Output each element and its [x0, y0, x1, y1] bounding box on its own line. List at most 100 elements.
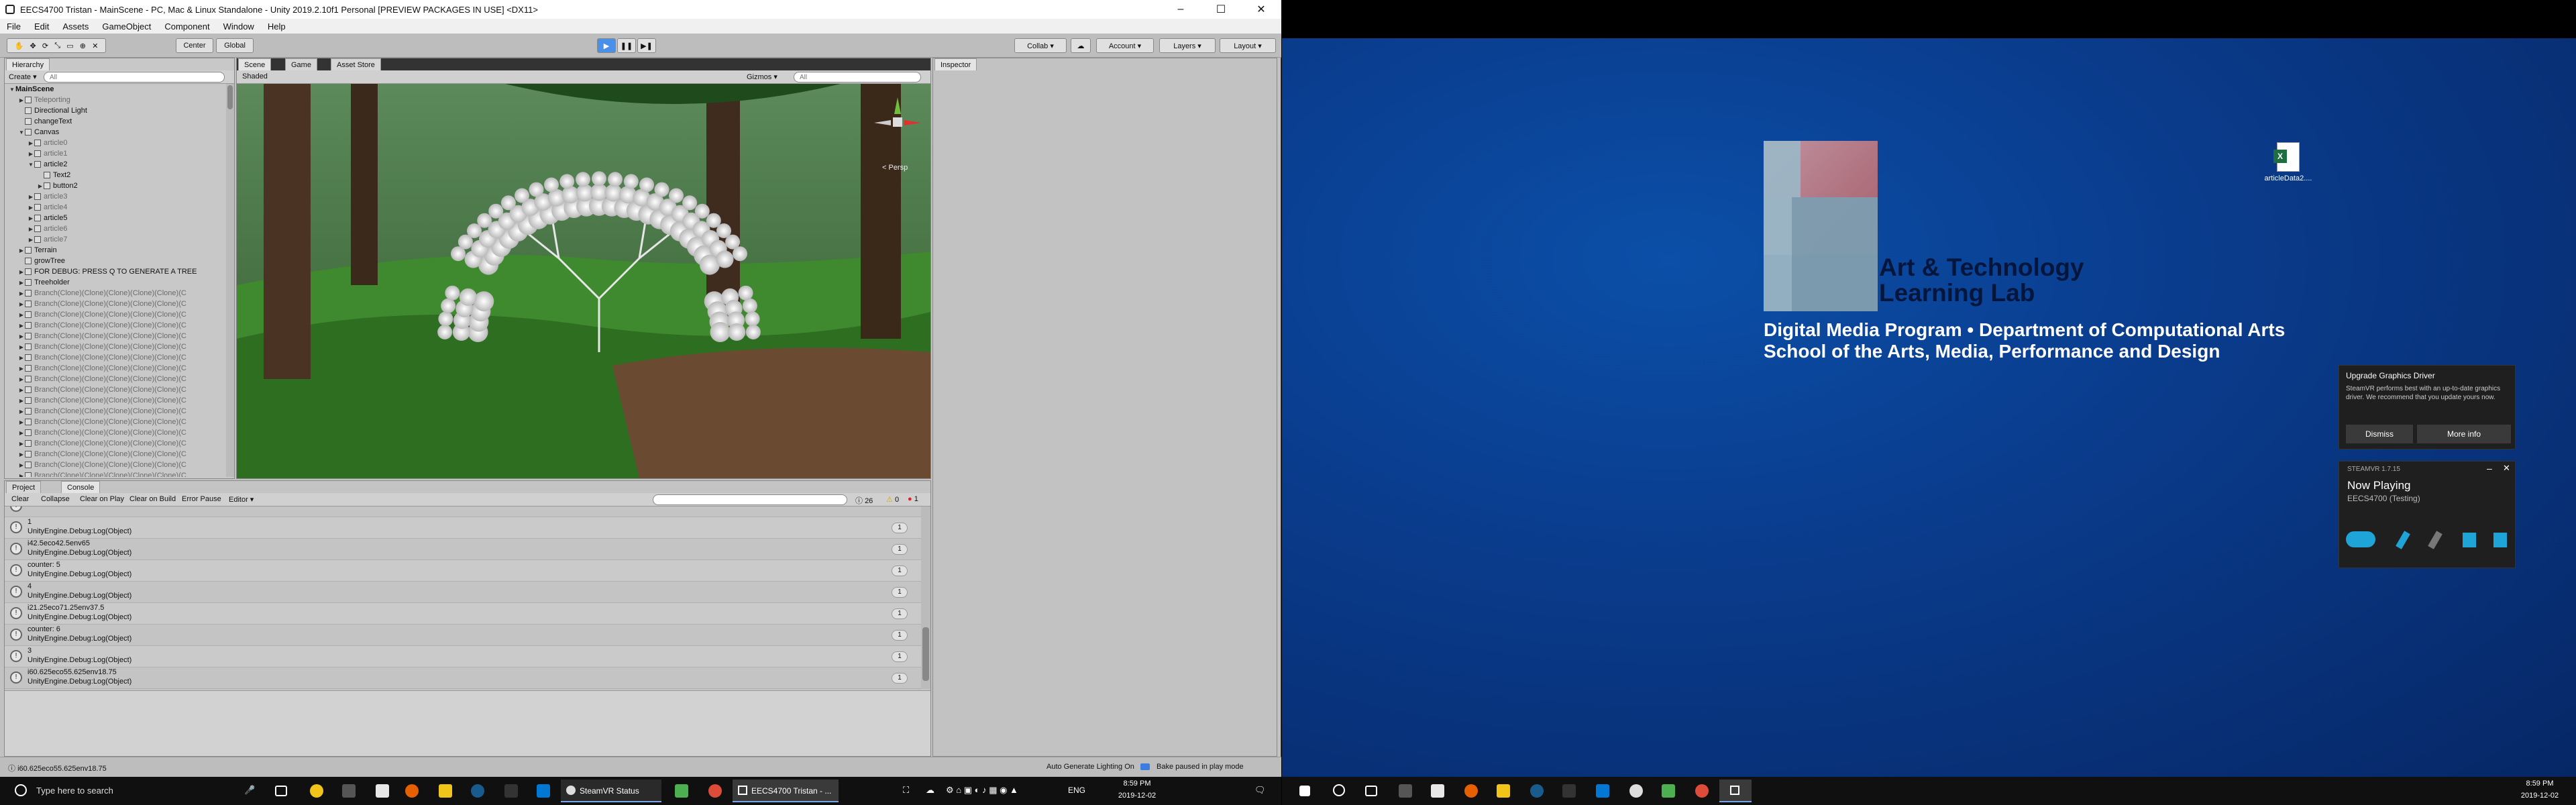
hierarchy-item[interactable]: ▶ Branch(Clone)(Clone)(Clone)(Clone)(Clon…: [5, 374, 186, 384]
hand-tool-icon[interactable]: ✋: [15, 42, 24, 50]
hierarchy-item[interactable]: Text2: [5, 170, 70, 180]
menu-gameobject[interactable]: GameObject: [95, 21, 158, 32]
hierarchy-item[interactable]: ▶ Branch(Clone)(Clone)(Clone)(Clone)(Clon…: [5, 449, 186, 460]
hierarchy-item[interactable]: ▶ Teleporting: [5, 95, 70, 105]
duck-icon[interactable]: [439, 784, 452, 798]
expand-arrow-icon[interactable]: ▶: [28, 151, 34, 157]
base-station-1-icon[interactable]: [2463, 533, 2476, 547]
tab-console[interactable]: Console: [61, 481, 101, 493]
expand-arrow-icon[interactable]: ▶: [28, 205, 34, 211]
tab-inspector[interactable]: Inspector: [934, 58, 977, 70]
expand-arrow-icon[interactable]: ▶: [18, 269, 25, 275]
expand-arrow-icon[interactable]: ▶: [18, 387, 25, 393]
hierarchy-item[interactable]: ▶ Branch(Clone)(Clone)(Clone)(Clone)(Clon…: [5, 470, 186, 477]
minimize-button[interactable]: –: [1161, 0, 1201, 19]
console-log-row[interactable]: ! counter: 5 UnityEngine.Debug:Log(Object)…: [5, 560, 921, 582]
expand-arrow-icon[interactable]: ▼: [18, 129, 25, 136]
expand-arrow-icon[interactable]: ▶: [18, 344, 25, 350]
steamvr-icon[interactable]: [1629, 784, 1643, 798]
steamvr-status-task[interactable]: SteamVR Status: [561, 780, 661, 802]
vscode-icon[interactable]: [1596, 784, 1609, 798]
app-icon[interactable]: [1399, 784, 1412, 798]
chrome-icon[interactable]: [1695, 784, 1709, 798]
steam-icon[interactable]: [1530, 784, 1544, 798]
step-button[interactable]: ▶❚: [637, 38, 656, 53]
unity-hub-icon[interactable]: [504, 784, 518, 798]
hierarchy-item[interactable]: ▶ Branch(Clone)(Clone)(Clone)(Clone)(Clon…: [5, 288, 186, 299]
expand-arrow-icon[interactable]: ▶: [18, 290, 25, 297]
menu-window[interactable]: Window: [217, 21, 261, 32]
clock-date[interactable]: 2019-12-02: [1114, 792, 1161, 800]
duck-icon[interactable]: [1497, 784, 1510, 798]
hierarchy-item[interactable]: ▶ Branch(Clone)(Clone)(Clone)(Clone)(Clon…: [5, 438, 186, 449]
expand-arrow-icon[interactable]: ▶: [18, 323, 25, 329]
app-icon[interactable]: [342, 784, 356, 798]
console-log-row[interactable]: !UnityEngine.Debug:Log(Object): [5, 506, 921, 517]
notepad-icon[interactable]: [1662, 784, 1675, 798]
expand-arrow-icon[interactable]: ▶: [18, 398, 25, 404]
hierarchy-item[interactable]: ▶ Branch(Clone)(Clone)(Clone)(Clone)(Clon…: [5, 384, 186, 395]
excel-file-icon[interactable]: X articleData2....: [2261, 142, 2315, 182]
tab-game[interactable]: Game: [285, 58, 317, 70]
hierarchy-item[interactable]: ▼ MainScene: [5, 84, 54, 95]
hierarchy-item[interactable]: ▶ Branch(Clone)(Clone)(Clone)(Clone)(Clon…: [5, 363, 186, 374]
unity-editor-task[interactable]: EECS4700 Tristan - ...: [733, 780, 839, 802]
menu-file[interactable]: File: [0, 21, 28, 32]
firefox-icon[interactable]: [405, 784, 419, 798]
cortana-icon[interactable]: [310, 784, 323, 798]
hierarchy-item[interactable]: ▼ Canvas: [5, 127, 59, 138]
console-log-row[interactable]: ! counter: 6 UnityEngine.Debug:Log(Object)…: [5, 625, 921, 646]
expand-arrow-icon[interactable]: ▶: [18, 419, 25, 425]
expand-arrow-icon[interactable]: ▶: [18, 97, 25, 103]
hierarchy-item[interactable]: ▶ Branch(Clone)(Clone)(Clone)(Clone)(Clon…: [5, 341, 186, 352]
console-log-row[interactable]: ! 4 UnityEngine.Debug:Log(Object) 1: [5, 582, 921, 603]
expand-arrow-icon[interactable]: ▶: [18, 451, 25, 458]
layout-dropdown[interactable]: Layout ▾: [1220, 38, 1276, 53]
create-dropdown[interactable]: Create ▾: [9, 72, 37, 81]
pause-button[interactable]: ❚❚: [617, 38, 636, 53]
menu-component[interactable]: Component: [158, 21, 216, 32]
controller-left-icon[interactable]: [2396, 531, 2410, 549]
hierarchy-item[interactable]: ▶ Branch(Clone)(Clone)(Clone)(Clone)(Clon…: [5, 320, 186, 331]
base-station-2-icon[interactable]: [2493, 533, 2507, 547]
hierarchy-item[interactable]: ▶ Treeholder: [5, 277, 70, 288]
start-icon[interactable]: [1299, 786, 1310, 796]
expand-arrow-icon[interactable]: ▶: [28, 226, 34, 232]
expand-arrow-icon[interactable]: ▶: [28, 237, 34, 243]
expand-arrow-icon[interactable]: ▶: [18, 280, 25, 286]
error-pause-button[interactable]: Error Pause: [182, 495, 221, 503]
clear-on-play-button[interactable]: Clear on Play: [80, 495, 124, 503]
transform-tools[interactable]: ✋ ✥ ⟳ ⤡ ▭ ⊕ ✕: [7, 38, 106, 53]
expand-arrow-icon[interactable]: ▶: [37, 183, 44, 189]
expand-arrow-icon[interactable]: ▶: [18, 301, 25, 307]
hierarchy-item[interactable]: ▶ Branch(Clone)(Clone)(Clone)(Clone)(Clon…: [5, 417, 186, 427]
search-icon[interactable]: [1333, 784, 1345, 796]
log-count[interactable]: ⓘ 26: [855, 495, 873, 506]
menu-help[interactable]: Help: [261, 21, 292, 32]
vscode-icon[interactable]: [537, 784, 550, 798]
hierarchy-item[interactable]: ▶ Branch(Clone)(Clone)(Clone)(Clone)(Clon…: [5, 460, 186, 470]
pivot-global-toggle[interactable]: Global: [216, 38, 254, 53]
menu-assets[interactable]: Assets: [56, 21, 95, 32]
console-log-row[interactable]: ! i60.625eco55.625env18.75 UnityEngine.Deb…: [5, 667, 921, 689]
hierarchy-item[interactable]: ▶ article5: [5, 213, 68, 223]
hierarchy-item[interactable]: ▶ article0: [5, 138, 68, 148]
console-log-row[interactable]: ! i42.5eco42.5env65 UnityEngine.Debug:Log(…: [5, 539, 921, 560]
steam-icon[interactable]: [471, 784, 484, 798]
expand-arrow-icon[interactable]: ▶: [18, 462, 25, 468]
console-scrollbar[interactable]: [921, 506, 930, 689]
hierarchy-item[interactable]: ▶ article3: [5, 191, 68, 202]
account-dropdown[interactable]: Account ▾: [1096, 38, 1154, 53]
maximize-button[interactable]: ☐: [1201, 0, 1241, 19]
dismiss-button[interactable]: Dismiss: [2346, 425, 2413, 443]
editor-dropdown[interactable]: Editor ▾: [229, 495, 254, 504]
firefox-icon[interactable]: [1464, 784, 1478, 798]
custom-tool-icon[interactable]: ✕: [92, 42, 98, 50]
hierarchy-item[interactable]: ▶ Branch(Clone)(Clone)(Clone)(Clone)(Clon…: [5, 309, 186, 320]
expand-arrow-icon[interactable]: ▶: [18, 430, 25, 436]
clear-on-build-button[interactable]: Clear on Build: [129, 495, 176, 503]
hierarchy-item[interactable]: ▶ Branch(Clone)(Clone)(Clone)(Clone)(Clon…: [5, 395, 186, 406]
unity-editor-task[interactable]: [1719, 780, 1752, 802]
transform-tool-icon[interactable]: ⊕: [80, 42, 86, 50]
task-view-icon[interactable]: [275, 786, 287, 796]
